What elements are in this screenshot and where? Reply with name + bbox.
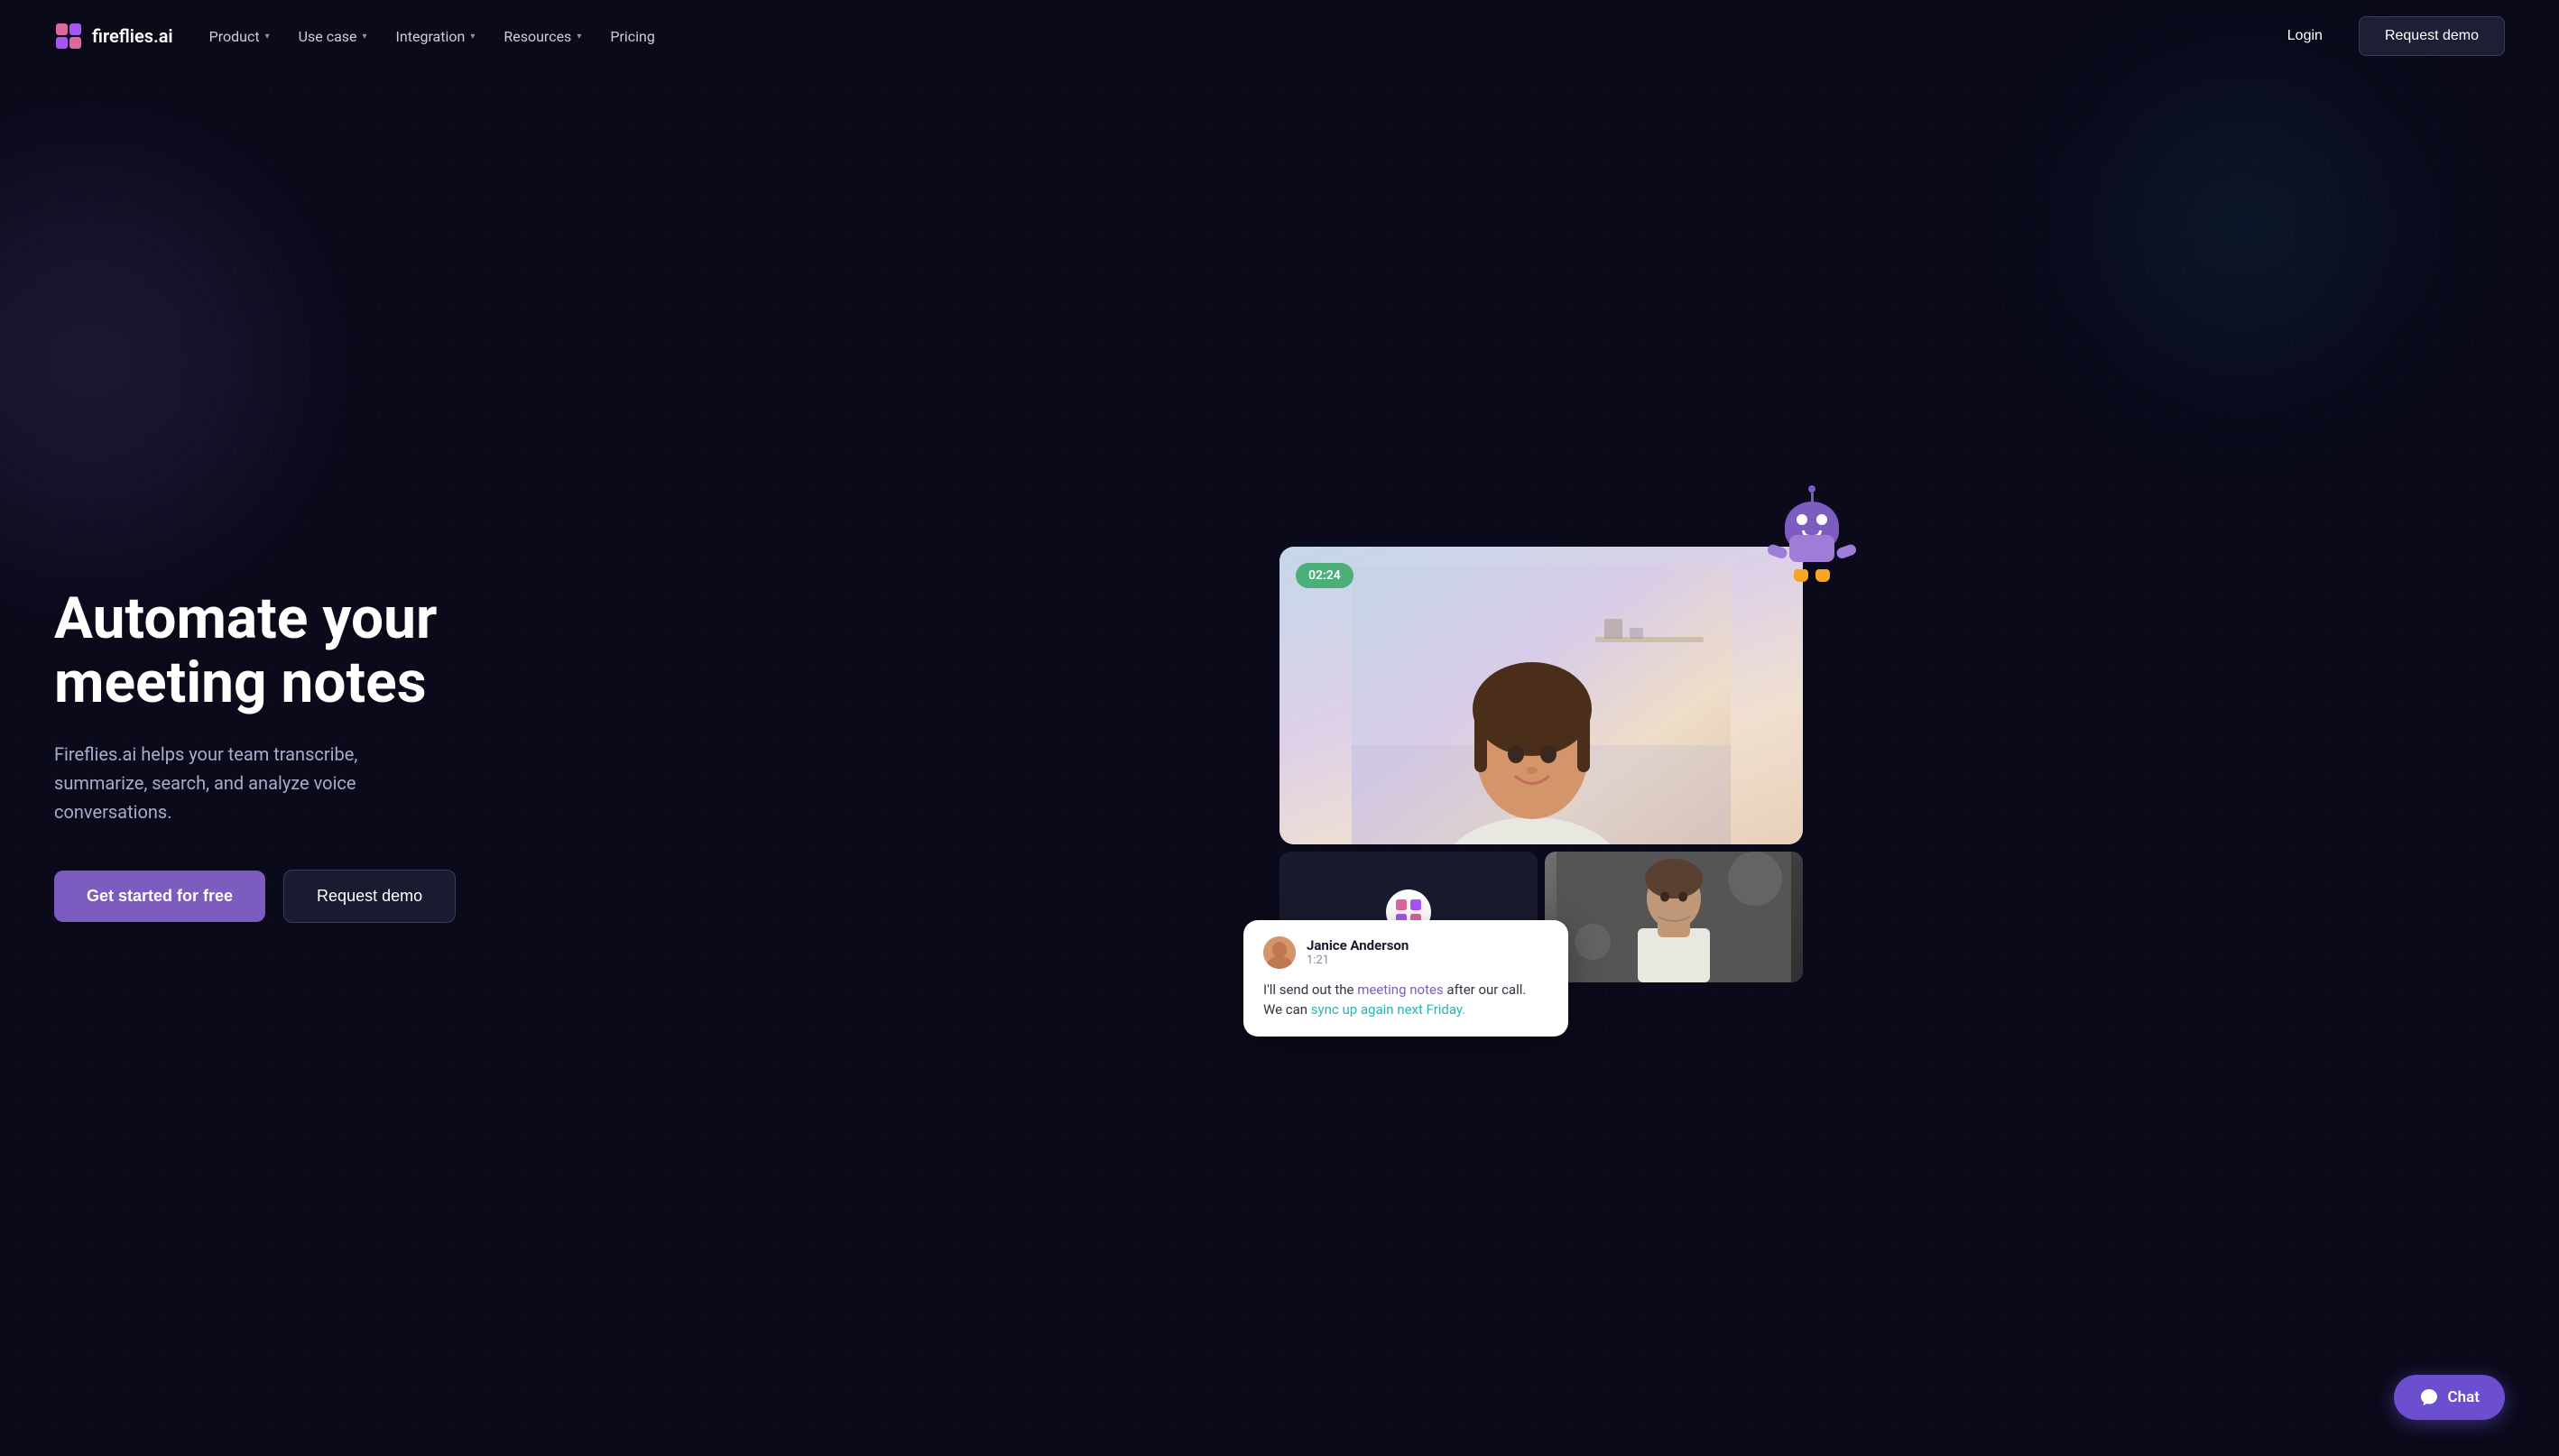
chevron-down-icon: ▾: [265, 32, 270, 41]
chat-user-name: Janice Anderson: [1307, 937, 1409, 954]
video-container: 02:24 Janice Anderson 1:21: [1280, 547, 1803, 982]
hero-visual: 02:24 Janice Anderson 1:21: [577, 529, 2505, 982]
chat-widget-label: Chat: [2448, 1388, 2480, 1406]
nav-item-resources[interactable]: Resources ▾: [503, 28, 581, 45]
chat-widget[interactable]: Chat: [2394, 1375, 2505, 1420]
hero-buttons: Get started for free Request demo: [54, 870, 523, 923]
chat-user-info: Janice Anderson 1:21: [1263, 936, 1548, 969]
get-started-button[interactable]: Get started for free: [54, 871, 265, 922]
login-button[interactable]: Login: [2269, 19, 2341, 53]
chat-message: I'll send out the meeting notes after ou…: [1263, 980, 1548, 1020]
request-demo-nav-button[interactable]: Request demo: [2359, 16, 2505, 56]
nav-item-pricing[interactable]: Pricing: [610, 28, 655, 45]
nav-item-product[interactable]: Product ▾: [209, 28, 270, 45]
chat-timestamp: 1:21: [1307, 954, 1409, 967]
chevron-down-icon: ▾: [363, 32, 367, 41]
nav-item-integration[interactable]: Integration ▾: [396, 28, 476, 45]
request-demo-hero-button[interactable]: Request demo: [283, 870, 456, 923]
nav-item-use-case[interactable]: Use case ▾: [299, 28, 367, 45]
hero-subtitle: Fireflies.ai helps your team transcribe,…: [54, 740, 451, 826]
video-timer: 02:24: [1296, 563, 1353, 588]
chevron-down-icon: ▾: [470, 32, 475, 41]
participant-video: [1545, 852, 1803, 982]
navbar: fireflies.ai Product ▾ Use case ▾ Integr…: [0, 0, 2559, 72]
robot-mascot: [1767, 502, 1857, 601]
logo[interactable]: fireflies.ai: [54, 22, 173, 51]
nav-actions: Login Request demo: [2269, 16, 2505, 56]
chat-bubble: Janice Anderson 1:21 I'll send out the m…: [1243, 920, 1568, 1037]
hero-title: Automate your meeting notes: [54, 587, 523, 714]
chat-icon: [2419, 1387, 2439, 1407]
brand-name: fireflies.ai: [92, 25, 173, 47]
main-video-panel: 02:24: [1280, 547, 1803, 844]
chevron-down-icon: ▾: [577, 32, 581, 41]
logo-icon: [54, 22, 83, 51]
hero-content: Automate your meeting notes Fireflies.ai…: [54, 587, 523, 923]
hero-section: Automate your meeting notes Fireflies.ai…: [0, 72, 2559, 1456]
person-svg: [1352, 565, 1731, 844]
avatar: [1263, 936, 1296, 969]
nav-menu: Product ▾ Use case ▾ Integration ▾ Resou…: [209, 28, 655, 45]
